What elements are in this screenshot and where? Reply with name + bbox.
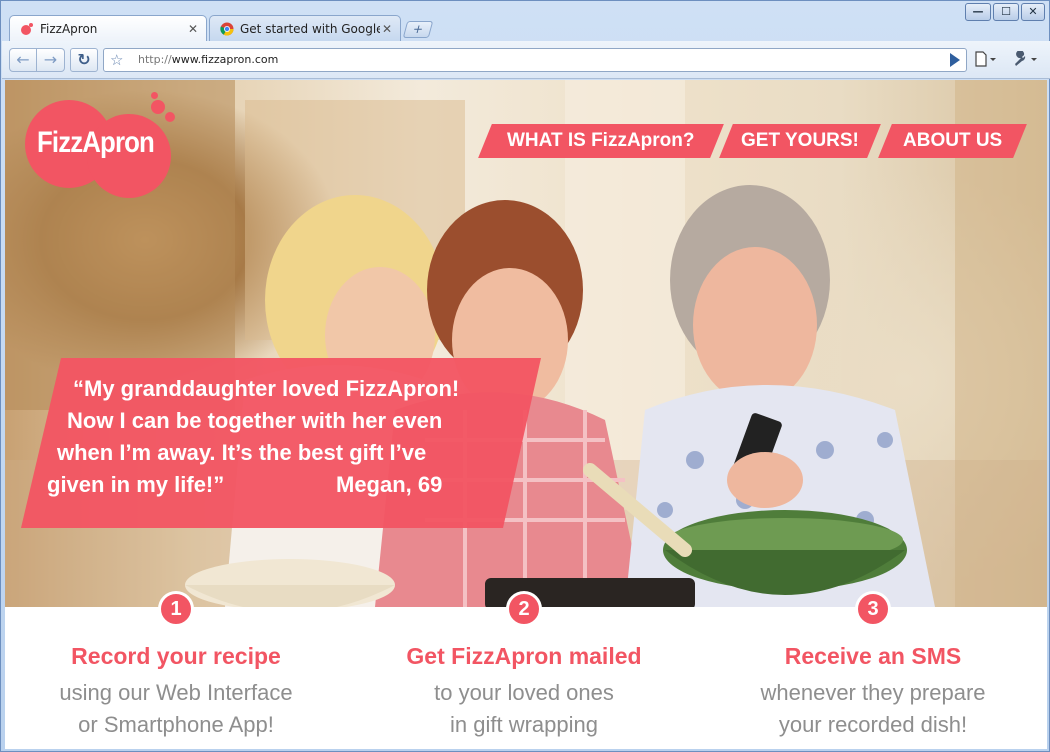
step-number-badge: 2 <box>506 591 542 627</box>
maximize-button[interactable]: ☐ <box>993 3 1019 21</box>
step-desc-line: in gift wrapping <box>450 712 598 737</box>
quote-line: when I’m away. It’s the best gift I’ve <box>57 440 427 465</box>
logo-bubble <box>165 112 175 122</box>
step-title: Record your recipe <box>71 643 281 669</box>
logo-text: FizzApron <box>37 126 155 159</box>
tab-close-icon[interactable]: ✕ <box>382 16 392 41</box>
quote-line: Now I can be together with her even <box>67 408 443 433</box>
fizzapron-favicon-icon <box>21 23 33 35</box>
tab-close-icon[interactable]: ✕ <box>188 16 198 41</box>
tab-google[interactable]: Get started with Google ... ✕ <box>209 15 401 41</box>
chrome-favicon-icon <box>220 22 234 36</box>
quote-author: Megan, 69 <box>336 472 443 497</box>
quote-line: given in my life!” <box>47 472 225 497</box>
step-number-badge: 1 <box>158 591 194 627</box>
quote-line: “My granddaughter loved FizzApron! <box>73 376 460 401</box>
address-bar[interactable]: ☆ http://www.fizzapron.com <box>103 48 967 72</box>
url-text[interactable]: http://www.fizzapron.com <box>138 53 278 66</box>
step-description: whenever they prepare your recorded dish… <box>703 677 1043 741</box>
how-it-works: 1 Record your recipe using our Web Inter… <box>5 591 1047 749</box>
minimize-button[interactable]: — <box>965 3 991 21</box>
step-number-badge: 3 <box>855 591 891 627</box>
new-tab-button[interactable]: + <box>402 21 434 38</box>
back-button[interactable]: ← <box>9 48 37 72</box>
step-desc-line: whenever they prepare <box>760 680 986 705</box>
step-description: using our Web Interface or Smartphone Ap… <box>6 677 346 741</box>
browser-toolbar: ← → ↻ ☆ http://www.fizzapron.com <box>2 41 1050 79</box>
window-controls: — ☐ ✕ <box>965 3 1045 21</box>
browser-window: FizzApron ✕ Get started with Google ... … <box>0 0 1050 752</box>
nav-what-is[interactable]: WHAT IS FizzApron? <box>478 124 724 158</box>
url-host: www.fizzapron.com <box>171 53 279 66</box>
wrench-icon[interactable] <box>1012 50 1040 71</box>
site-logo[interactable]: FizzApron <box>25 92 175 198</box>
step-title: Get FizzApron mailed <box>406 643 642 669</box>
nav-label: WHAT IS FizzApron? <box>507 130 695 151</box>
hero-section: FizzApron WHAT IS FizzApron? GET YOURS! … <box>5 80 1047 607</box>
url-scheme: http:// <box>138 53 172 66</box>
step-desc-line: or Smartphone App! <box>78 712 274 737</box>
forward-button[interactable]: → <box>37 48 65 72</box>
nav-label: GET YOURS! <box>741 130 859 151</box>
tab-title: FizzApron <box>40 22 98 36</box>
nav-get-yours[interactable]: GET YOURS! <box>719 124 881 158</box>
step-desc-line: to your loved ones <box>434 680 614 705</box>
logo-bubble <box>151 100 165 114</box>
nav-label: ABOUT US <box>902 130 1003 151</box>
close-button[interactable]: ✕ <box>1021 3 1045 21</box>
bookmark-star-icon[interactable]: ☆ <box>110 51 123 69</box>
tab-title: Get started with Google ... <box>240 22 380 36</box>
page-menu-icon[interactable] <box>974 51 998 71</box>
tab-strip: FizzApron ✕ Get started with Google ... … <box>1 1 1050 41</box>
testimonial-text: “My granddaughter loved FizzApron! Now I… <box>21 358 541 528</box>
page-icon <box>975 51 996 67</box>
logo-bubble <box>151 92 158 99</box>
testimonial-banner: “My granddaughter loved FizzApron! Now I… <box>21 358 541 528</box>
step-description: to your loved ones in gift wrapping <box>354 677 694 741</box>
reload-button[interactable]: ↻ <box>70 48 98 72</box>
tab-fizzapron[interactable]: FizzApron ✕ <box>9 15 207 41</box>
step-desc-line: your recorded dish! <box>778 712 968 737</box>
go-arrow-icon[interactable] <box>950 53 960 67</box>
wrench-glyph <box>1015 50 1037 66</box>
step-title: Receive an SMS <box>784 643 962 669</box>
page-viewport: FizzApron WHAT IS FizzApron? GET YOURS! … <box>5 80 1047 749</box>
nav-about-us[interactable]: ABOUT US <box>878 124 1027 158</box>
step-desc-line: using our Web Interface <box>59 680 293 705</box>
